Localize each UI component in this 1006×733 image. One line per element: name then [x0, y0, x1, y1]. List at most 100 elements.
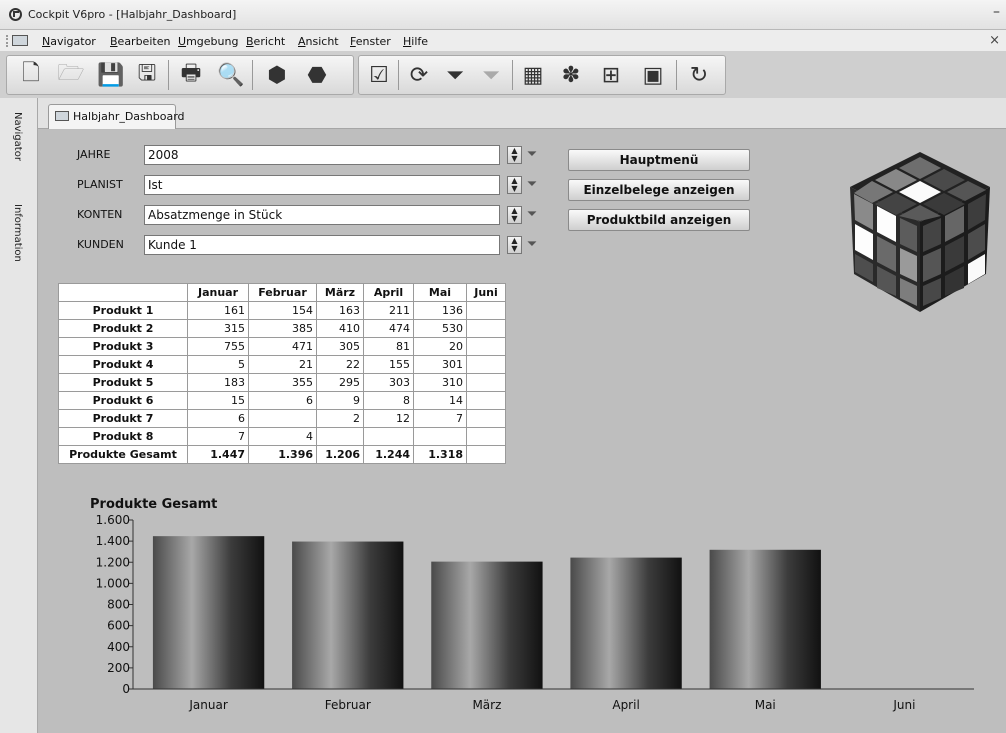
table-cell[interactable]: 161 — [187, 301, 249, 320]
table-cell[interactable]: 6 — [187, 409, 249, 428]
table-cell[interactable]: 163 — [316, 301, 364, 320]
table-cell[interactable]: 8 — [363, 391, 414, 410]
column-header-april[interactable]: April — [363, 283, 414, 302]
new-document-icon[interactable]: 🗋 — [16, 60, 46, 90]
total-cell[interactable]: 1.447 — [187, 445, 249, 464]
table-cell[interactable] — [466, 337, 506, 356]
table-cell[interactable]: 471 — [248, 337, 317, 356]
table-cell[interactable] — [466, 427, 506, 446]
konten-field[interactable]: Absatzmenge in Stück — [144, 205, 500, 225]
table-cell[interactable]: 183 — [187, 373, 249, 392]
table-cell[interactable]: 22 — [316, 355, 364, 374]
table-cell[interactable]: 4 — [248, 427, 317, 446]
chart-bar-januar[interactable] — [152, 536, 265, 689]
table-cell[interactable]: 154 — [248, 301, 317, 320]
table-cell[interactable]: 303 — [363, 373, 414, 392]
column-header-juni[interactable]: Juni — [466, 283, 506, 302]
total-cell[interactable] — [466, 445, 506, 464]
column-header-februar[interactable]: Februar — [248, 283, 317, 302]
total-cell[interactable]: 1.244 — [363, 445, 414, 464]
table-cell[interactable]: 14 — [413, 391, 467, 410]
tree-icon[interactable]: ⊞ — [596, 60, 626, 90]
produktbild-anzeigen-button[interactable]: Produktbild anzeigen — [568, 209, 750, 231]
table-cell[interactable]: 315 — [187, 319, 249, 338]
table-cell[interactable]: 385 — [248, 319, 317, 338]
document-window-icon[interactable] — [12, 35, 28, 46]
table-cell[interactable] — [466, 301, 506, 320]
table-cell[interactable]: 7 — [187, 427, 249, 446]
save-all-icon[interactable]: 🖫 — [132, 60, 162, 90]
total-cell[interactable]: 1.206 — [316, 445, 364, 464]
row-label[interactable]: Produkt 4 — [58, 355, 188, 374]
table-cell[interactable]: 12 — [363, 409, 414, 428]
save-icon[interactable]: 💾 — [96, 60, 126, 90]
column-header-januar[interactable]: Januar — [187, 283, 249, 302]
table-cell[interactable] — [466, 391, 506, 410]
row-label[interactable]: Produkt 8 — [58, 427, 188, 446]
print-icon[interactable]: 🖶 — [176, 60, 206, 90]
filter-clear-icon[interactable]: ⏷ — [476, 60, 506, 90]
column-header-mai[interactable]: Mai — [413, 283, 467, 302]
table-cell[interactable] — [363, 427, 414, 446]
konten-filter-icon[interactable]: ⏷ — [525, 207, 539, 223]
table-cell[interactable] — [248, 409, 317, 428]
close-document-button[interactable]: × — [989, 33, 1000, 48]
menubar-grip[interactable] — [6, 35, 8, 47]
row-label[interactable]: Produkt 7 — [58, 409, 188, 428]
table-cell[interactable]: 7 — [413, 409, 467, 428]
row-label[interactable]: Produkt 2 — [58, 319, 188, 338]
tab-halbjahr-dashboard[interactable]: Halbjahr_Dashboard — [48, 104, 185, 129]
jahre-field[interactable]: 2008 — [144, 145, 500, 165]
filter-icon[interactable]: ⏷ — [440, 60, 470, 90]
row-label[interactable]: Produkt 6 — [58, 391, 188, 410]
table-cell[interactable] — [466, 355, 506, 374]
row-label[interactable]: Produkt 5 — [58, 373, 188, 392]
kunden-field[interactable]: Kunde 1 — [144, 235, 500, 255]
window-icon[interactable]: ▣ — [638, 60, 668, 90]
chart-bar-februar[interactable] — [292, 541, 404, 689]
table-cell[interactable]: 211 — [363, 301, 414, 320]
open-folder-icon[interactable]: 🗁 — [56, 60, 86, 90]
total-cell[interactable]: 1.396 — [248, 445, 317, 464]
table-cell[interactable]: 310 — [413, 373, 467, 392]
table-cell[interactable]: 136 — [413, 301, 467, 320]
jahre-spinner[interactable]: ▲ ▼ — [507, 146, 522, 164]
navigator-side-tab[interactable]: Navigator — [12, 112, 23, 161]
table-cell[interactable]: 530 — [413, 319, 467, 338]
kunden-spinner[interactable]: ▲ ▼ — [507, 236, 522, 254]
menu-hilfe[interactable]: Hilfe — [403, 35, 428, 48]
menu-ansicht[interactable]: Ansicht — [298, 35, 339, 48]
total-row-label[interactable]: Produkte Gesamt — [58, 445, 188, 464]
table-cell[interactable]: 5 — [187, 355, 249, 374]
table-cell[interactable] — [316, 427, 364, 446]
table-cell[interactable] — [466, 319, 506, 338]
information-side-tab[interactable]: Information — [12, 204, 23, 262]
menu-bearbeiten[interactable]: Bearbeiten — [110, 35, 170, 48]
puzzle-icon[interactable]: ✽ — [556, 60, 586, 90]
table-cell[interactable]: 15 — [187, 391, 249, 410]
konten-spinner[interactable]: ▲ ▼ — [507, 206, 522, 224]
menu-umgebung[interactable]: Umgebung — [178, 35, 238, 48]
refresh-arrows-icon[interactable]: ⟳ — [404, 60, 434, 90]
table-cell[interactable]: 9 — [316, 391, 364, 410]
jahre-filter-icon[interactable]: ⏷ — [525, 147, 539, 163]
kunden-filter-icon[interactable]: ⏷ — [525, 237, 539, 253]
chart-bar-april[interactable] — [570, 557, 682, 689]
planist-filter-icon[interactable]: ⏷ — [525, 177, 539, 193]
chart-bar-mai[interactable] — [709, 549, 821, 689]
menu-navigator[interactable]: Navigator — [42, 35, 96, 48]
planist-field[interactable]: Ist — [144, 175, 500, 195]
menu-fenster[interactable]: Fenster — [350, 35, 391, 48]
total-cell[interactable]: 1.318 — [413, 445, 467, 464]
table-cell[interactable]: 21 — [248, 355, 317, 374]
table-cell[interactable]: 355 — [248, 373, 317, 392]
table-cell[interactable]: 2 — [316, 409, 364, 428]
grid-icon[interactable]: ▦ — [518, 60, 548, 90]
table-cell[interactable] — [466, 409, 506, 428]
table-cell[interactable] — [413, 427, 467, 446]
table-cell[interactable]: 755 — [187, 337, 249, 356]
planist-spinner[interactable]: ▲ ▼ — [507, 176, 522, 194]
einzelbelege-anzeigen-button[interactable]: Einzelbelege anzeigen — [568, 179, 750, 201]
cube-mail-icon[interactable]: ⬣ — [302, 60, 332, 90]
menu-bericht[interactable]: Bericht — [246, 35, 285, 48]
